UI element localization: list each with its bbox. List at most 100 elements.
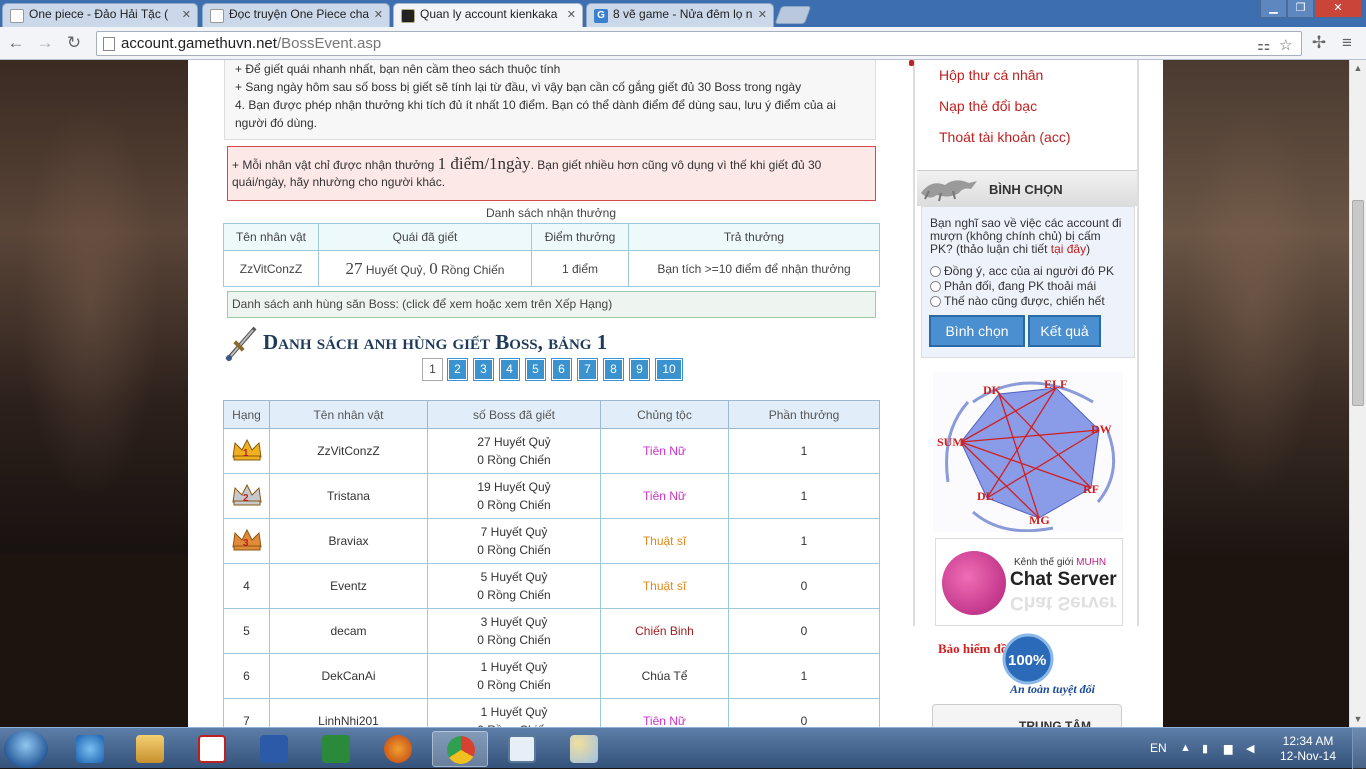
table-row: 3 Braviax 7 Huyết Quỷ 0 Rồng Chiến Thuật sĩ 1 bbox=[223, 518, 880, 564]
sidebar-link-topup[interactable]: Nạp thẻ đổi bạc bbox=[939, 98, 1037, 114]
taskbar-chrome[interactable] bbox=[432, 731, 488, 767]
tab-one-piece[interactable]: One piece - Đảo Hải Tặc ( ✕ bbox=[2, 3, 198, 27]
poll-option[interactable]: Đồng ý, acc của ai người đó PK bbox=[930, 265, 1114, 278]
page-button[interactable]: 9 bbox=[629, 358, 650, 381]
support-center-title: TRUNG TÂM bbox=[1019, 719, 1091, 727]
tab-quan-ly-account[interactable]: Quan ly account kienkaka ✕ bbox=[393, 3, 583, 27]
vertical-scrollbar[interactable]: ▲ ▼ bbox=[1349, 60, 1366, 727]
radio-button[interactable] bbox=[930, 281, 941, 292]
maximize-button[interactable]: ❐ bbox=[1287, 0, 1314, 18]
scroll-down-icon[interactable]: ▼ bbox=[1350, 711, 1366, 727]
close-window-button[interactable]: ✕ bbox=[1314, 0, 1362, 18]
browser-chrome: One piece - Đảo Hải Tặc ( ✕ Đọc truyện O… bbox=[0, 0, 1366, 60]
clock[interactable]: 12:34 AM 12-Nov-14 bbox=[1270, 734, 1346, 764]
word-icon bbox=[260, 735, 288, 763]
support-center-banner[interactable]: TRUNG TÂM bbox=[932, 704, 1122, 727]
column-header: Tên nhân vật bbox=[269, 400, 428, 429]
character-name[interactable]: DekCanAi bbox=[269, 653, 428, 699]
close-icon[interactable]: ✕ bbox=[374, 8, 383, 21]
taskbar-excel[interactable] bbox=[308, 731, 364, 767]
network-icon[interactable]: ▮ bbox=[1202, 742, 1214, 755]
page-button[interactable]: 3 bbox=[473, 358, 494, 381]
signal-icon[interactable]: ▆ bbox=[1224, 742, 1236, 755]
character-name[interactable]: ZzVitConzZ bbox=[269, 428, 428, 474]
character-name[interactable]: Tristana bbox=[269, 473, 428, 519]
taskbar-window[interactable] bbox=[494, 731, 550, 767]
doc-icon bbox=[10, 9, 24, 23]
menu-icon[interactable]: ≡ bbox=[1336, 32, 1358, 54]
character-name[interactable]: decam bbox=[269, 608, 428, 654]
column-header: Trả thưởng bbox=[628, 223, 880, 251]
taskbar-ie[interactable] bbox=[62, 731, 118, 767]
sidebar-link-inbox[interactable]: Hộp thư cá nhân bbox=[939, 67, 1043, 83]
address-bar[interactable]: account.gamethuvn.net/BossEvent.asp ⚏ ☆ bbox=[96, 31, 1302, 56]
forward-arrow-icon[interactable]: → bbox=[34, 32, 56, 54]
page-button[interactable]: 2 bbox=[447, 358, 468, 381]
result-button[interactable]: Kết quả bbox=[1028, 315, 1101, 347]
tab-8-ve-game[interactable]: G 8 vẽ game - Nửa đêm lọ n ✕ bbox=[586, 3, 774, 27]
taskbar-word[interactable] bbox=[246, 731, 302, 767]
star-icon[interactable]: ☆ bbox=[1279, 36, 1292, 54]
taskbar-paint[interactable] bbox=[556, 731, 612, 767]
poll-option[interactable]: Phản đối, đang PK thoải mái bbox=[930, 280, 1096, 293]
insurance-badge[interactable]: Bảo hiểm đồ 100% An toàn tuyệt đối bbox=[936, 633, 1126, 703]
column-header: Tên nhân vật bbox=[223, 223, 319, 251]
character-name[interactable]: Braviax bbox=[269, 518, 428, 564]
page-button[interactable]: 8 bbox=[603, 358, 624, 381]
close-icon[interactable]: ✕ bbox=[758, 8, 767, 21]
marker bbox=[909, 60, 914, 66]
back-arrow-icon[interactable]: ← bbox=[5, 32, 27, 54]
poll-question-end: ) bbox=[1086, 242, 1091, 256]
close-icon[interactable]: ✕ bbox=[182, 8, 191, 21]
rank-cell: 2 bbox=[223, 473, 270, 519]
scroll-thumb[interactable] bbox=[1352, 200, 1364, 406]
sword-icon bbox=[225, 326, 257, 362]
scroll-up-icon[interactable]: ▲ bbox=[1350, 60, 1366, 76]
extension-icon[interactable]: ✢ bbox=[1308, 32, 1330, 54]
tray-arrow-icon[interactable]: ▲ bbox=[1180, 742, 1192, 754]
taskbar-firefox[interactable] bbox=[370, 731, 426, 767]
radio-button[interactable] bbox=[930, 266, 941, 277]
page-button[interactable]: 7 bbox=[577, 358, 598, 381]
language-indicator[interactable]: EN bbox=[1150, 741, 1167, 755]
crown-icon: 2 bbox=[231, 482, 263, 506]
minimize-button[interactable]: ▁ bbox=[1260, 0, 1287, 18]
page-button[interactable]: 4 bbox=[499, 358, 520, 381]
tab-doc-truyen[interactable]: Đọc truyện One Piece cha ✕ bbox=[202, 3, 390, 27]
vote-button[interactable]: Bình chọn bbox=[929, 315, 1025, 347]
kills-rong-chien: 0 Rồng Chiến bbox=[477, 498, 551, 512]
radio-button[interactable] bbox=[930, 296, 941, 307]
hero-list-link[interactable]: Danh sách anh hùng săn Boss: (click để x… bbox=[227, 291, 876, 318]
taskbar-explorer[interactable] bbox=[122, 731, 178, 767]
poll-discussion-link[interactable]: tại đây bbox=[1051, 242, 1086, 256]
sidebar: Hộp thư cá nhân Nạp thẻ đổi bạc Thoát tà… bbox=[909, 60, 1139, 626]
volume-icon[interactable]: ◀ bbox=[1246, 742, 1258, 755]
rank-cell: 7 bbox=[223, 698, 270, 727]
chat-server-banner[interactable]: Kênh thế giới MUHN Chat Server Chat Serv… bbox=[935, 538, 1123, 626]
taskbar-unikey[interactable] bbox=[184, 731, 240, 767]
character-name[interactable]: LinhNhi201 bbox=[269, 698, 428, 727]
sidebar-link-logout[interactable]: Thoát tài khoản (acc) bbox=[939, 129, 1071, 145]
table-row: 1 ZzVitConzZ 27 Huyết Quỷ 0 Rồng Chiến Tiên … bbox=[223, 428, 880, 474]
kills-huyet-quy: 5 Huyết Quỷ bbox=[480, 570, 548, 584]
character-name: ZzVitConzZ bbox=[223, 250, 319, 287]
page-button[interactable]: 1 bbox=[422, 358, 443, 381]
rank-number: 1 bbox=[243, 448, 249, 459]
kills-cell: 3 Huyết Quỷ 0 Rồng Chiến bbox=[427, 608, 601, 654]
new-tab-button[interactable] bbox=[774, 6, 812, 24]
poll-title: BÌNH CHỌN bbox=[989, 182, 1063, 197]
firefox-icon bbox=[384, 735, 412, 763]
translate-icon[interactable]: ⚏ bbox=[1257, 36, 1270, 54]
reload-icon[interactable]: ↻ bbox=[63, 32, 85, 54]
show-desktop-button[interactable] bbox=[1352, 728, 1366, 769]
table-row: 6 DekCanAi 1 Huyết Quỷ 0 Rồng Chiến Chúa Tể 1 bbox=[223, 653, 880, 699]
start-button[interactable] bbox=[4, 730, 48, 768]
page-button[interactable]: 5 bbox=[525, 358, 546, 381]
poll-option[interactable]: Thế nào cũng được, chiến hết bbox=[930, 295, 1105, 308]
hero-title-text: Danh sách anh hùng giết Boss, bảng 1 bbox=[263, 330, 608, 354]
character-name[interactable]: Eventz bbox=[269, 563, 428, 609]
close-icon[interactable]: ✕ bbox=[567, 8, 576, 21]
graph-label: SUM bbox=[937, 435, 964, 449]
page-button[interactable]: 10 bbox=[655, 358, 683, 381]
page-button[interactable]: 6 bbox=[551, 358, 572, 381]
